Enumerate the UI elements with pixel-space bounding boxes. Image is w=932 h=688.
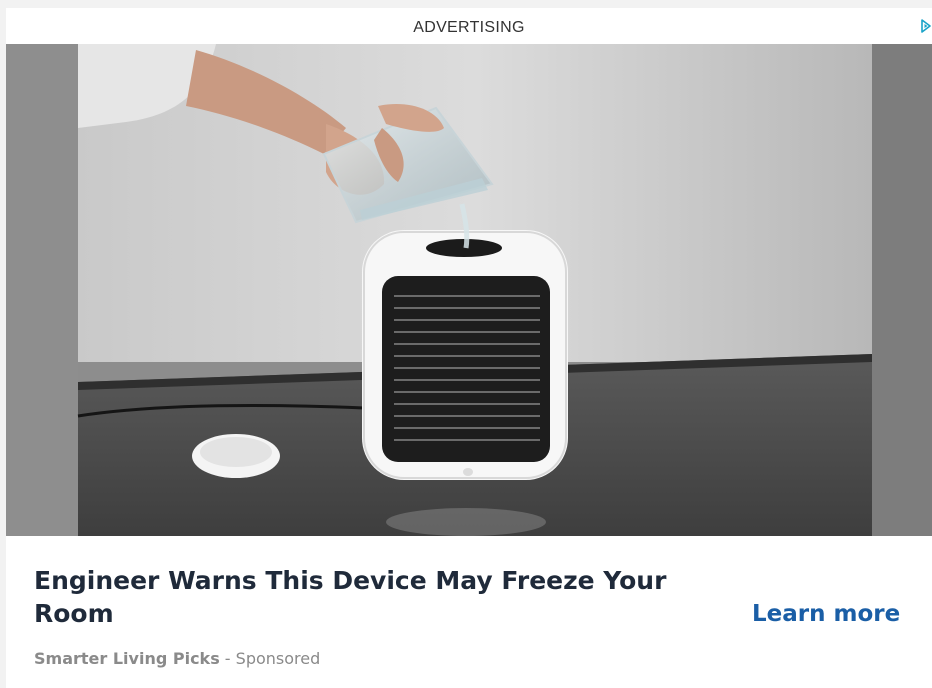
- separator: -: [219, 649, 236, 668]
- sponsor-name[interactable]: Smarter Living Picks: [34, 649, 220, 668]
- ad-card[interactable]: ADVERTISING Engineer Warns This Device M…: [6, 8, 932, 688]
- advertising-label: ADVERTISING: [413, 19, 525, 36]
- ad-source-line: Smarter Living Picks - Sponsored: [34, 648, 320, 670]
- sponsored-label: Sponsored: [235, 649, 321, 668]
- ad-image[interactable]: [6, 44, 932, 536]
- adchoices-icon[interactable]: [920, 19, 932, 33]
- learn-more-link[interactable]: Learn more: [752, 598, 900, 630]
- ad-headline[interactable]: Engineer Warns This Device May Freeze Yo…: [34, 564, 724, 630]
